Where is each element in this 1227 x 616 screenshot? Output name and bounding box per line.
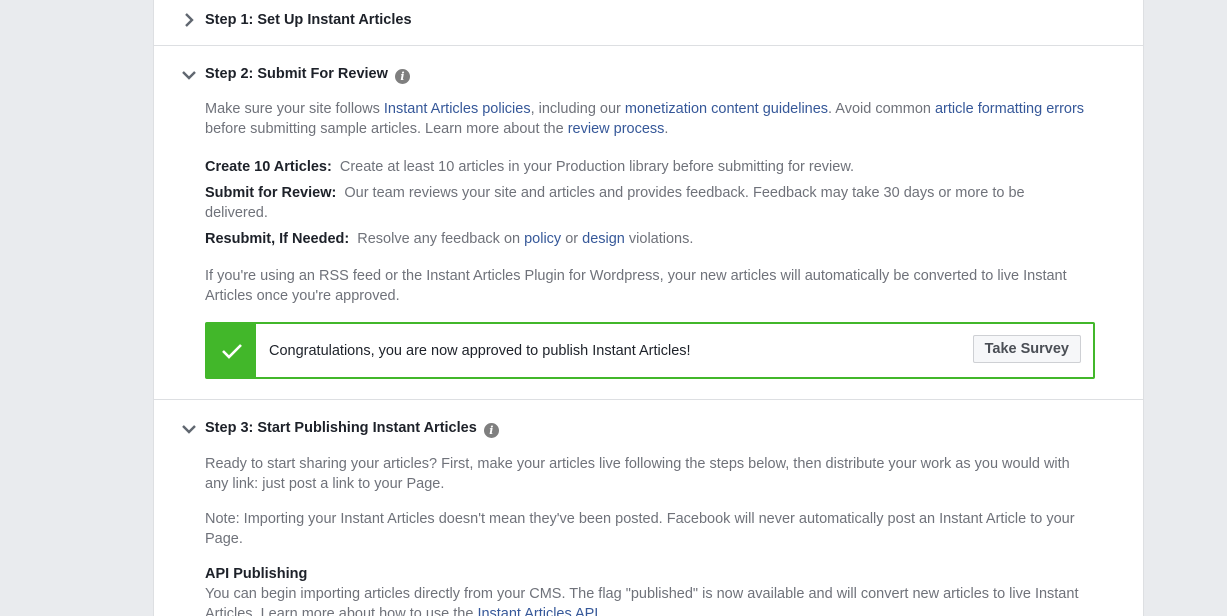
item-label: Submit for Review: bbox=[205, 185, 337, 201]
step2-title-wrap: Step 2: Submit For Review i bbox=[205, 66, 410, 84]
approval-success-banner: Congratulations, you are now approved to… bbox=[205, 322, 1095, 379]
intro-text: before submitting sample articles. Learn… bbox=[205, 121, 568, 137]
step2-title: Step 2: Submit For Review bbox=[205, 66, 388, 82]
step3-title-wrap: Step 3: Start Publishing Instant Article… bbox=[205, 420, 499, 438]
intro-text: . bbox=[664, 121, 669, 137]
step1-title: Step 1: Set Up Instant Articles bbox=[205, 12, 412, 28]
item-text: or bbox=[561, 231, 583, 247]
step2-header[interactable]: Step 2: Submit For Review i bbox=[154, 65, 1143, 85]
step2-section: Step 2: Submit For Review i Make sure you… bbox=[154, 46, 1143, 400]
intro-text: . Avoid common bbox=[828, 101, 935, 117]
design-link[interactable]: design bbox=[582, 231, 625, 247]
formatting-errors-link[interactable]: article formatting errors bbox=[935, 101, 1084, 117]
intro-text: , including our bbox=[530, 101, 625, 117]
resubmit-item: Resubmit, If Needed: Resolve any feedbac… bbox=[205, 229, 1085, 249]
api-publishing-heading: API Publishing bbox=[205, 566, 308, 582]
rss-note: If you're using an RSS feed or the Insta… bbox=[205, 268, 1067, 304]
api-text: . bbox=[598, 606, 603, 616]
chevron-right-icon bbox=[185, 13, 194, 27]
info-icon[interactable]: i bbox=[394, 69, 410, 84]
item-label: Create 10 Articles: bbox=[205, 159, 332, 175]
item-text: Create at least 10 articles in your Prod… bbox=[339, 159, 855, 175]
success-message: Congratulations, you are now approved to… bbox=[269, 342, 691, 359]
step2-content: Make sure your site follows Instant Arti… bbox=[205, 99, 1095, 379]
api-publishing-text: You can begin importing articles directl… bbox=[205, 584, 1085, 616]
intro-text: Make sure your site follows bbox=[205, 101, 384, 117]
step3-section: Step 3: Start Publishing Instant Article… bbox=[154, 400, 1143, 616]
instant-articles-setup-panel: Step 1: Set Up Instant Articles Step 2: … bbox=[153, 0, 1144, 616]
item-text: violations. bbox=[624, 231, 694, 247]
chevron-down-icon bbox=[182, 425, 196, 434]
item-text: Resolve any feedback on bbox=[357, 231, 525, 247]
step1-section: Step 1: Set Up Instant Articles bbox=[154, 0, 1143, 46]
policies-link[interactable]: Instant Articles policies bbox=[384, 101, 531, 117]
step1-header[interactable]: Step 1: Set Up Instant Articles bbox=[154, 10, 1143, 30]
submit-review-item: Submit for Review: Our team reviews your… bbox=[205, 183, 1085, 223]
chevron-down-icon bbox=[182, 71, 196, 80]
monetization-guidelines-link[interactable]: monetization content guidelines bbox=[625, 101, 828, 117]
checkmark-icon bbox=[207, 324, 256, 377]
create-articles-item: Create 10 Articles: Create at least 10 a… bbox=[205, 157, 1085, 177]
policy-link[interactable]: policy bbox=[524, 231, 561, 247]
step3-header[interactable]: Step 3: Start Publishing Instant Article… bbox=[154, 419, 1143, 439]
step2-intro: Make sure your site follows Instant Arti… bbox=[205, 99, 1085, 139]
step3-title: Step 3: Start Publishing Instant Article… bbox=[205, 420, 477, 436]
info-icon[interactable]: i bbox=[483, 423, 499, 438]
step3-intro: Ready to start sharing your articles? Fi… bbox=[205, 456, 1070, 492]
step3-content: Ready to start sharing your articles? Fi… bbox=[205, 454, 1085, 616]
item-label: Resubmit, If Needed: bbox=[205, 231, 350, 247]
api-text: You can begin importing articles directl… bbox=[205, 586, 1079, 616]
take-survey-button[interactable]: Take Survey bbox=[972, 335, 1081, 363]
review-process-link[interactable]: review process bbox=[568, 121, 665, 137]
instant-articles-api-link[interactable]: Instant Articles API bbox=[477, 606, 598, 616]
step3-note: Note: Importing your Instant Articles do… bbox=[205, 511, 1075, 547]
